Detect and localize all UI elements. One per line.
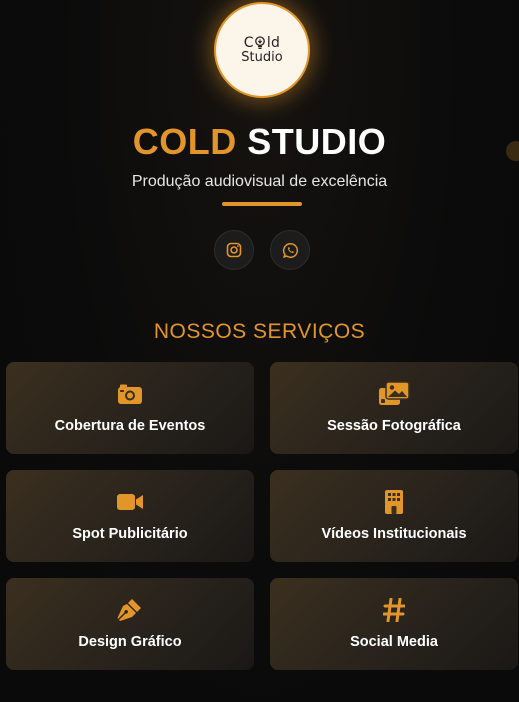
title-rest: STUDIO bbox=[247, 121, 387, 162]
tagline: Produção audiovisual de excelência bbox=[131, 173, 388, 190]
service-label: Sessão Fotográfica bbox=[327, 418, 461, 434]
service-label: Cobertura de Eventos bbox=[54, 418, 206, 434]
lightbulb-icon bbox=[255, 35, 266, 49]
page: C ld Studio COLD STUDIO Produção audiovi… bbox=[0, 0, 519, 702]
service-card-social-media[interactable]: Social Media bbox=[270, 578, 518, 670]
building-icon bbox=[385, 490, 403, 514]
title-divider bbox=[222, 202, 302, 206]
services-heading: NOSSOS SERVIÇOS bbox=[153, 320, 366, 343]
instagram-icon bbox=[226, 242, 242, 258]
pen-nib-icon bbox=[117, 599, 141, 621]
service-card-sessao-fotografica[interactable]: Sessão Fotográfica bbox=[270, 362, 518, 454]
whatsapp-icon bbox=[282, 242, 298, 258]
instagram-button[interactable] bbox=[214, 230, 254, 270]
service-card-design-grafico[interactable]: Design Gráfico bbox=[6, 578, 254, 670]
logo-text-bottom: Studio bbox=[241, 49, 283, 65]
service-label: Social Media bbox=[350, 634, 438, 650]
hashtag-icon bbox=[383, 598, 405, 622]
images-icon bbox=[379, 381, 410, 405]
service-card-videos-institucionais[interactable]: Vídeos Institucionais bbox=[270, 470, 518, 562]
service-label: Design Gráfico bbox=[78, 634, 182, 650]
logo-letters-ld: ld bbox=[266, 34, 281, 51]
logo-text-top: C ld bbox=[244, 36, 280, 50]
whatsapp-button[interactable] bbox=[270, 230, 310, 270]
title-accent: COLD bbox=[132, 121, 237, 162]
service-label: Spot Publicitário bbox=[72, 526, 188, 542]
camera-icon bbox=[118, 384, 142, 404]
service-card-cobertura-eventos[interactable]: Cobertura de Eventos bbox=[6, 362, 254, 454]
page-title: COLD STUDIO bbox=[0, 118, 519, 166]
logo-letter-c: C bbox=[243, 34, 254, 51]
service-label: Vídeos Institucionais bbox=[321, 526, 467, 542]
brand-logo: C ld Studio bbox=[214, 2, 310, 98]
video-icon bbox=[117, 494, 143, 510]
service-card-spot-publicitario[interactable]: Spot Publicitário bbox=[6, 470, 254, 562]
